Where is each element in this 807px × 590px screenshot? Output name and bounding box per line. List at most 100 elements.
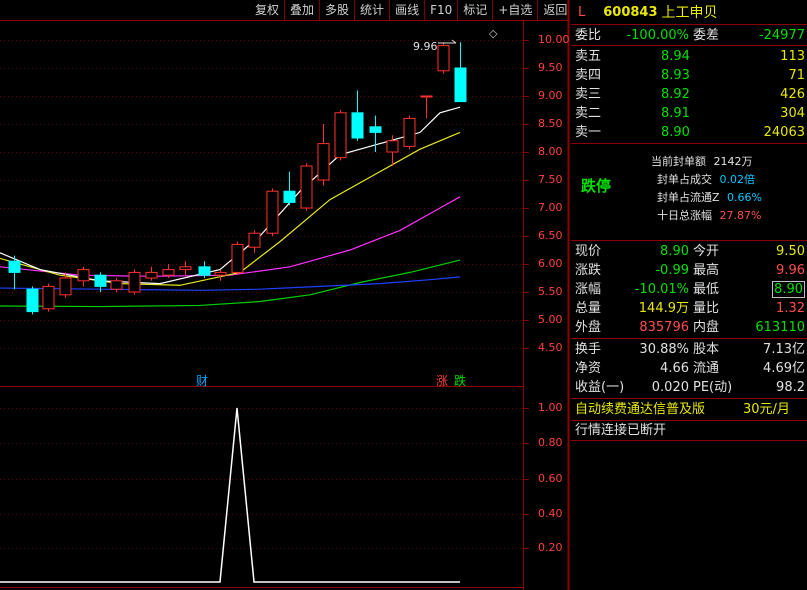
inner-label: 内盘 — [693, 320, 720, 335]
outer-value: 835796 — [639, 320, 689, 335]
mark-button[interactable]: 标记 — [457, 0, 492, 20]
seal-amount-row: 当前封单额 2142万 — [651, 153, 753, 169]
order-ratio-row: 委比 -100.00% 委差 -24977 — [571, 26, 807, 45]
price-tick: 5.00 — [538, 313, 563, 326]
ask-volume: 71 — [788, 68, 805, 83]
ask-label: 卖一 — [575, 125, 602, 140]
seal-turnover-row: 封单占成交 0.02倍 — [657, 171, 755, 187]
order-diff-label: 委差 — [693, 28, 720, 43]
overlay-button[interactable]: 叠加 — [284, 0, 319, 20]
promo-price[interactable]: 30元/月 — [743, 400, 790, 419]
pe-value: 98.2 — [776, 380, 805, 395]
nav-label: 净资 — [575, 361, 602, 376]
ten-day-label: 十日总涨幅 — [657, 209, 712, 222]
chart-canvas[interactable] — [0, 0, 570, 590]
candle-body — [198, 266, 211, 276]
turnover-value: 30.88% — [639, 342, 689, 357]
candle-body — [266, 190, 279, 234]
float-value: 4.69亿 — [763, 361, 805, 376]
candle-body — [369, 126, 382, 133]
ask-label: 卖三 — [575, 87, 602, 102]
promo-text[interactable]: 自动续费通达信普及版 — [575, 400, 705, 419]
order-ratio-label: 委比 — [575, 28, 602, 43]
promo-row[interactable]: 自动续费通达信普及版 30元/月 — [571, 400, 807, 420]
candle-body — [162, 269, 175, 276]
candle-body — [128, 271, 141, 293]
candle-body — [94, 274, 107, 287]
candle-body — [437, 45, 450, 72]
settings-diamond-icon[interactable]: ◇ — [489, 27, 497, 40]
finance-marker[interactable]: 财 — [196, 372, 208, 389]
candle-body — [351, 112, 364, 139]
ask-label: 卖二 — [575, 106, 602, 121]
add-watchlist-button[interactable]: +自选 — [492, 0, 537, 20]
statistics-button[interactable]: 统计 — [354, 0, 389, 20]
limit-status-box: 跌停 当前封单额 2142万 封单占成交 0.02倍 封单占流通Z 0.66% … — [571, 145, 807, 239]
candle-body — [77, 269, 90, 282]
price-tick: 6.00 — [538, 257, 563, 270]
ask-volume: 304 — [780, 106, 805, 121]
limit-down-marker[interactable]: 跌 — [454, 372, 466, 389]
seal-float-value: 0.66% — [727, 191, 762, 204]
ask-row[interactable]: 卖三 8.92 426 — [571, 85, 807, 104]
restore-rights-button[interactable]: 复权 — [250, 0, 284, 20]
seal-amount-label: 当前封单额 — [651, 155, 706, 168]
candle-body — [42, 285, 55, 310]
ask-row[interactable]: 卖二 8.91 304 — [571, 104, 807, 123]
price-value: 8.90 — [660, 244, 689, 259]
high-price-label: 9.96 — [413, 40, 438, 53]
ask-price: 8.92 — [661, 87, 690, 102]
ask-volume: 24063 — [763, 125, 805, 140]
equity-value: 7.13亿 — [763, 342, 805, 357]
quote-panel: L 600843 上工申贝 委比 -100.00% 委差 -24977 卖五 8… — [571, 0, 807, 590]
outer-label: 外盘 — [575, 320, 602, 335]
fundamental-row: 换手 30.88% 股本 7.13亿 — [571, 340, 807, 359]
eps-label: 收益(一) — [575, 380, 625, 395]
indicator-tick: 1.00 — [538, 401, 563, 414]
pct-label: 涨幅 — [575, 282, 602, 297]
seal-float-row: 封单占流通Z 0.66% — [657, 189, 762, 205]
candle-body — [59, 277, 72, 296]
fundamental-row: 净资 4.66 流通 4.69亿 — [571, 359, 807, 378]
quote-row: 外盘 835796 内盘 613110 — [571, 318, 807, 337]
candle-body — [26, 288, 39, 313]
change-label: 涨跌 — [575, 263, 602, 278]
limit-up-marker[interactable]: 涨 — [436, 372, 448, 389]
eps-value: 0.020 — [651, 380, 689, 395]
ask-row[interactable]: 卖五 8.94 113 — [571, 47, 807, 66]
price-tick: 8.50 — [538, 117, 563, 130]
order-ratio-value: -100.00% — [626, 28, 689, 43]
ma-white-line — [0, 106, 461, 285]
stock-code: 600843 — [603, 4, 658, 20]
ask-row[interactable]: 卖四 8.93 71 — [571, 66, 807, 85]
low-label: 最低 — [693, 282, 720, 297]
connection-row: 行情连接已断开 — [571, 421, 807, 440]
pct-value: -10.01% — [634, 282, 689, 297]
price-label: 现价 — [575, 244, 602, 259]
indicator-tick: 0.20 — [538, 541, 563, 554]
change-value: -0.99 — [655, 263, 689, 278]
ask-row[interactable]: 卖一 8.90 24063 — [571, 123, 807, 142]
stock-name: 上工申贝 — [661, 5, 718, 21]
inner-value: 613110 — [755, 320, 805, 335]
ask-price: 8.93 — [661, 68, 690, 83]
chart-area[interactable]: 复权 叠加 多股 统计 画线 F10 标记 +自选 返回 ◇ 9.96 财 涨 … — [0, 0, 570, 590]
seal-turnover-value: 0.02倍 — [719, 173, 756, 186]
price-tick: 8.00 — [538, 145, 563, 158]
multi-stock-button[interactable]: 多股 — [319, 0, 354, 20]
candle-body — [231, 243, 244, 273]
quote-row: 现价 8.90 今开 9.50 — [571, 242, 807, 261]
stock-header: L 600843 上工申贝 — [571, 0, 807, 24]
ten-day-value: 27.87% — [719, 209, 762, 222]
ask-label: 卖四 — [575, 68, 602, 83]
f10-button[interactable]: F10 — [424, 0, 457, 20]
volume-ratio-label: 量比 — [693, 301, 720, 316]
quote-row: 涨跌 -0.99 最高 9.96 — [571, 261, 807, 280]
indicator-tick: 0.60 — [538, 472, 563, 485]
candle-body — [317, 143, 330, 181]
draw-line-button[interactable]: 画线 — [389, 0, 424, 20]
price-tick: 9.50 — [538, 61, 563, 74]
candle-body — [8, 260, 21, 273]
price-tick: 5.50 — [538, 285, 563, 298]
back-button[interactable]: 返回 — [537, 0, 572, 20]
